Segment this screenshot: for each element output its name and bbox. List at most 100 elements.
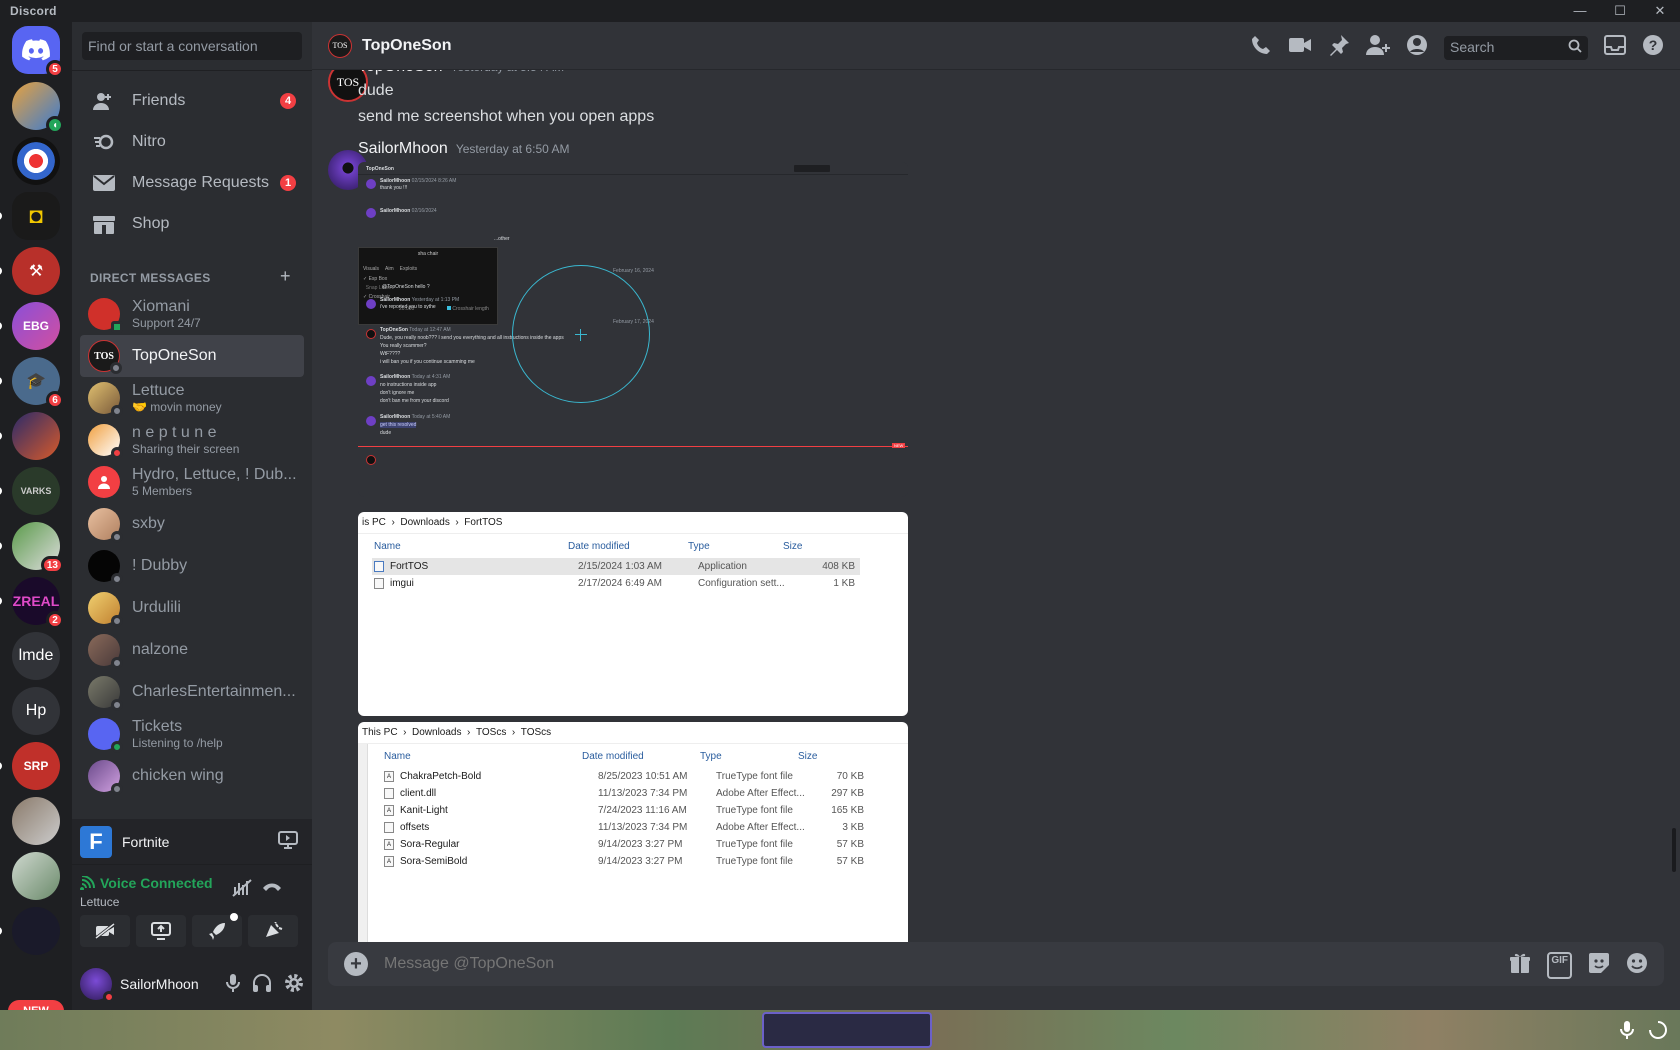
taskbar-app-group[interactable] xyxy=(762,1012,932,1048)
username[interactable]: SailorMhoon xyxy=(120,976,199,992)
shot-text: thank you !!! xyxy=(380,185,408,191)
close-button[interactable]: ✕ xyxy=(1640,3,1680,19)
server-icon[interactable]: ◖ xyxy=(12,82,64,134)
file-row[interactable]: A Kanit-Light 7/24/2023 11:16 AM TrueType… xyxy=(384,802,908,819)
requests-badge: 1 xyxy=(280,175,296,191)
inbox-icon[interactable] xyxy=(1604,35,1626,60)
upload-plus-icon[interactable]: + xyxy=(344,952,368,976)
video-call-icon[interactable] xyxy=(1288,36,1312,59)
server-icon[interactable]: 13 xyxy=(0,522,64,574)
file-row[interactable]: offsets 11/13/2023 7:34 PM Adobe After E… xyxy=(384,819,908,836)
server-icon[interactable] xyxy=(12,852,60,900)
attachment-screenshot[interactable]: TopOneSon SailorMhoon 02/15/2024 8:26 AM… xyxy=(358,162,908,497)
help-icon[interactable]: ? xyxy=(1642,34,1664,61)
nav-message-requests[interactable]: Message Requests 1 xyxy=(80,162,304,204)
user-avatar[interactable] xyxy=(80,967,115,1003)
loading-tray-icon[interactable] xyxy=(1648,1020,1668,1045)
file-row[interactable]: A Sora-SemiBold 9/14/2023 3:27 PM TrueTyp… xyxy=(384,853,908,870)
server-hp[interactable]: Hp xyxy=(12,687,60,735)
message-author[interactable]: SailorMhoon xyxy=(358,140,448,157)
disconnect-icon[interactable] xyxy=(262,879,282,897)
maximize-button[interactable]: ☐ xyxy=(1600,3,1640,19)
activities-button[interactable] xyxy=(192,913,242,947)
message-input[interactable] xyxy=(384,955,1384,973)
headphones-icon[interactable] xyxy=(252,973,272,998)
file-row[interactable]: A Sora-Regular 9/14/2023 3:27 PM TrueType… xyxy=(384,836,908,853)
server-icon[interactable]: EBG xyxy=(0,302,60,350)
server-icon[interactable] xyxy=(0,412,60,460)
server-icon[interactable]: 🎓 6 xyxy=(0,357,64,409)
dm-item[interactable]: sxby xyxy=(80,503,304,545)
file-name: ChakraPetch-Bold xyxy=(400,771,482,782)
nav-nitro[interactable]: Nitro xyxy=(80,121,304,163)
stream-screen-icon[interactable] xyxy=(278,831,298,854)
dm-name: Urdulili xyxy=(132,599,181,616)
server-icon[interactable]: ⚒ xyxy=(0,247,60,295)
dm-item[interactable]: Tickets Listening to /help xyxy=(80,713,304,755)
server-icon[interactable]: ZREAL 2 xyxy=(0,577,64,629)
dm-item[interactable]: CharlesEntertainmen... xyxy=(80,671,304,713)
svg-text:?: ? xyxy=(1649,37,1658,53)
settings-gear-icon[interactable] xyxy=(284,973,304,998)
voice-channel-name[interactable]: Lettuce xyxy=(80,895,119,909)
server-icon[interactable]: ◘ xyxy=(0,192,60,240)
file-list-header: Name Date modified Type Size xyxy=(358,534,908,558)
emoji-icon[interactable] xyxy=(1626,952,1648,979)
dm-item[interactable]: chicken wing xyxy=(80,755,304,797)
avatar xyxy=(88,676,123,711)
server-lmde[interactable]: lmde xyxy=(12,632,60,680)
create-dm-button[interactable]: + xyxy=(280,266,291,287)
file-size: 70 KB xyxy=(836,771,864,782)
server-icon[interactable]: SRP xyxy=(0,742,60,790)
microphone-tray-icon[interactable] xyxy=(1620,1020,1634,1045)
server-icon[interactable] xyxy=(12,797,60,845)
nav-label: Shop xyxy=(132,215,170,232)
soundboard-button[interactable] xyxy=(248,915,298,947)
dm-item[interactable]: ! Dubby xyxy=(80,545,304,587)
signal-icon xyxy=(80,876,95,890)
divider xyxy=(72,70,312,71)
attachment-explorer-toscs[interactable]: This PC › Downloads › TOScs › TOScs Name… xyxy=(358,722,908,962)
dm-item[interactable]: Hydro, Lettuce, ! Dub... 5 Members xyxy=(80,461,304,503)
search-input[interactable]: Search xyxy=(1444,35,1588,60)
camera-off-button[interactable] xyxy=(80,915,130,947)
pin-icon[interactable] xyxy=(1328,34,1350,61)
file-type: TrueType font file xyxy=(716,771,793,782)
find-conversation-button[interactable]: Find or start a conversation xyxy=(82,32,302,60)
file-row[interactable]: FortTOS 2/15/2024 1:03 AM Application 40… xyxy=(372,558,860,575)
attachment-explorer-forttos[interactable]: is PC › Downloads › FortTOS Name Date mo… xyxy=(358,512,908,716)
overlay-tab: Exploits xyxy=(399,266,418,272)
gift-icon[interactable] xyxy=(1509,952,1531,979)
dm-item[interactable]: Urdulili xyxy=(80,587,304,629)
home-button[interactable]: 5 xyxy=(12,26,64,78)
dm-status: Sharing their screen xyxy=(132,442,240,456)
user-profile-icon[interactable] xyxy=(1406,34,1428,61)
file-row[interactable]: imgui 2/17/2024 6:49 AM Configuration se… xyxy=(372,575,860,592)
server-icon[interactable]: VARKS xyxy=(0,467,60,515)
dm-item-active[interactable]: TOS TopOneSon xyxy=(80,335,304,377)
server-icon[interactable] xyxy=(12,137,60,185)
microphone-icon[interactable] xyxy=(226,973,240,998)
dm-item[interactable]: nalzone xyxy=(80,629,304,671)
gif-icon[interactable]: GIF xyxy=(1547,952,1572,979)
server-icon[interactable] xyxy=(0,907,60,955)
file-row[interactable]: client.dll 11/13/2023 7:34 PM Adobe Afte… xyxy=(384,785,908,802)
nav-friends[interactable]: Friends 4 xyxy=(80,80,304,122)
avatar xyxy=(88,382,123,417)
dm-item[interactable]: Lettuce 🤝 movin money xyxy=(80,377,304,419)
nav-shop[interactable]: Shop xyxy=(80,203,304,245)
file-row[interactable]: A ChakraPetch-Bold 8/25/2023 10:51 AM Tru… xyxy=(384,768,908,785)
share-screen-button[interactable] xyxy=(136,915,186,947)
chat-scrollbar[interactable] xyxy=(1672,828,1676,872)
breadcrumb-item: This PC xyxy=(362,727,398,738)
minimize-button[interactable]: — xyxy=(1560,3,1600,19)
overlay-tab: Aim xyxy=(385,266,394,272)
avatar: TOS xyxy=(88,340,122,374)
add-friend-to-dm-icon[interactable] xyxy=(1366,34,1390,61)
scrollbar[interactable] xyxy=(358,744,368,962)
noise-suppression-icon[interactable] xyxy=(232,879,252,902)
voice-call-icon[interactable] xyxy=(1250,34,1272,61)
dm-item[interactable]: Xiomani Support 24/7 xyxy=(80,293,304,335)
dm-item[interactable]: n e p t u n e Sharing their screen xyxy=(80,419,304,461)
sticker-icon[interactable] xyxy=(1588,952,1610,979)
